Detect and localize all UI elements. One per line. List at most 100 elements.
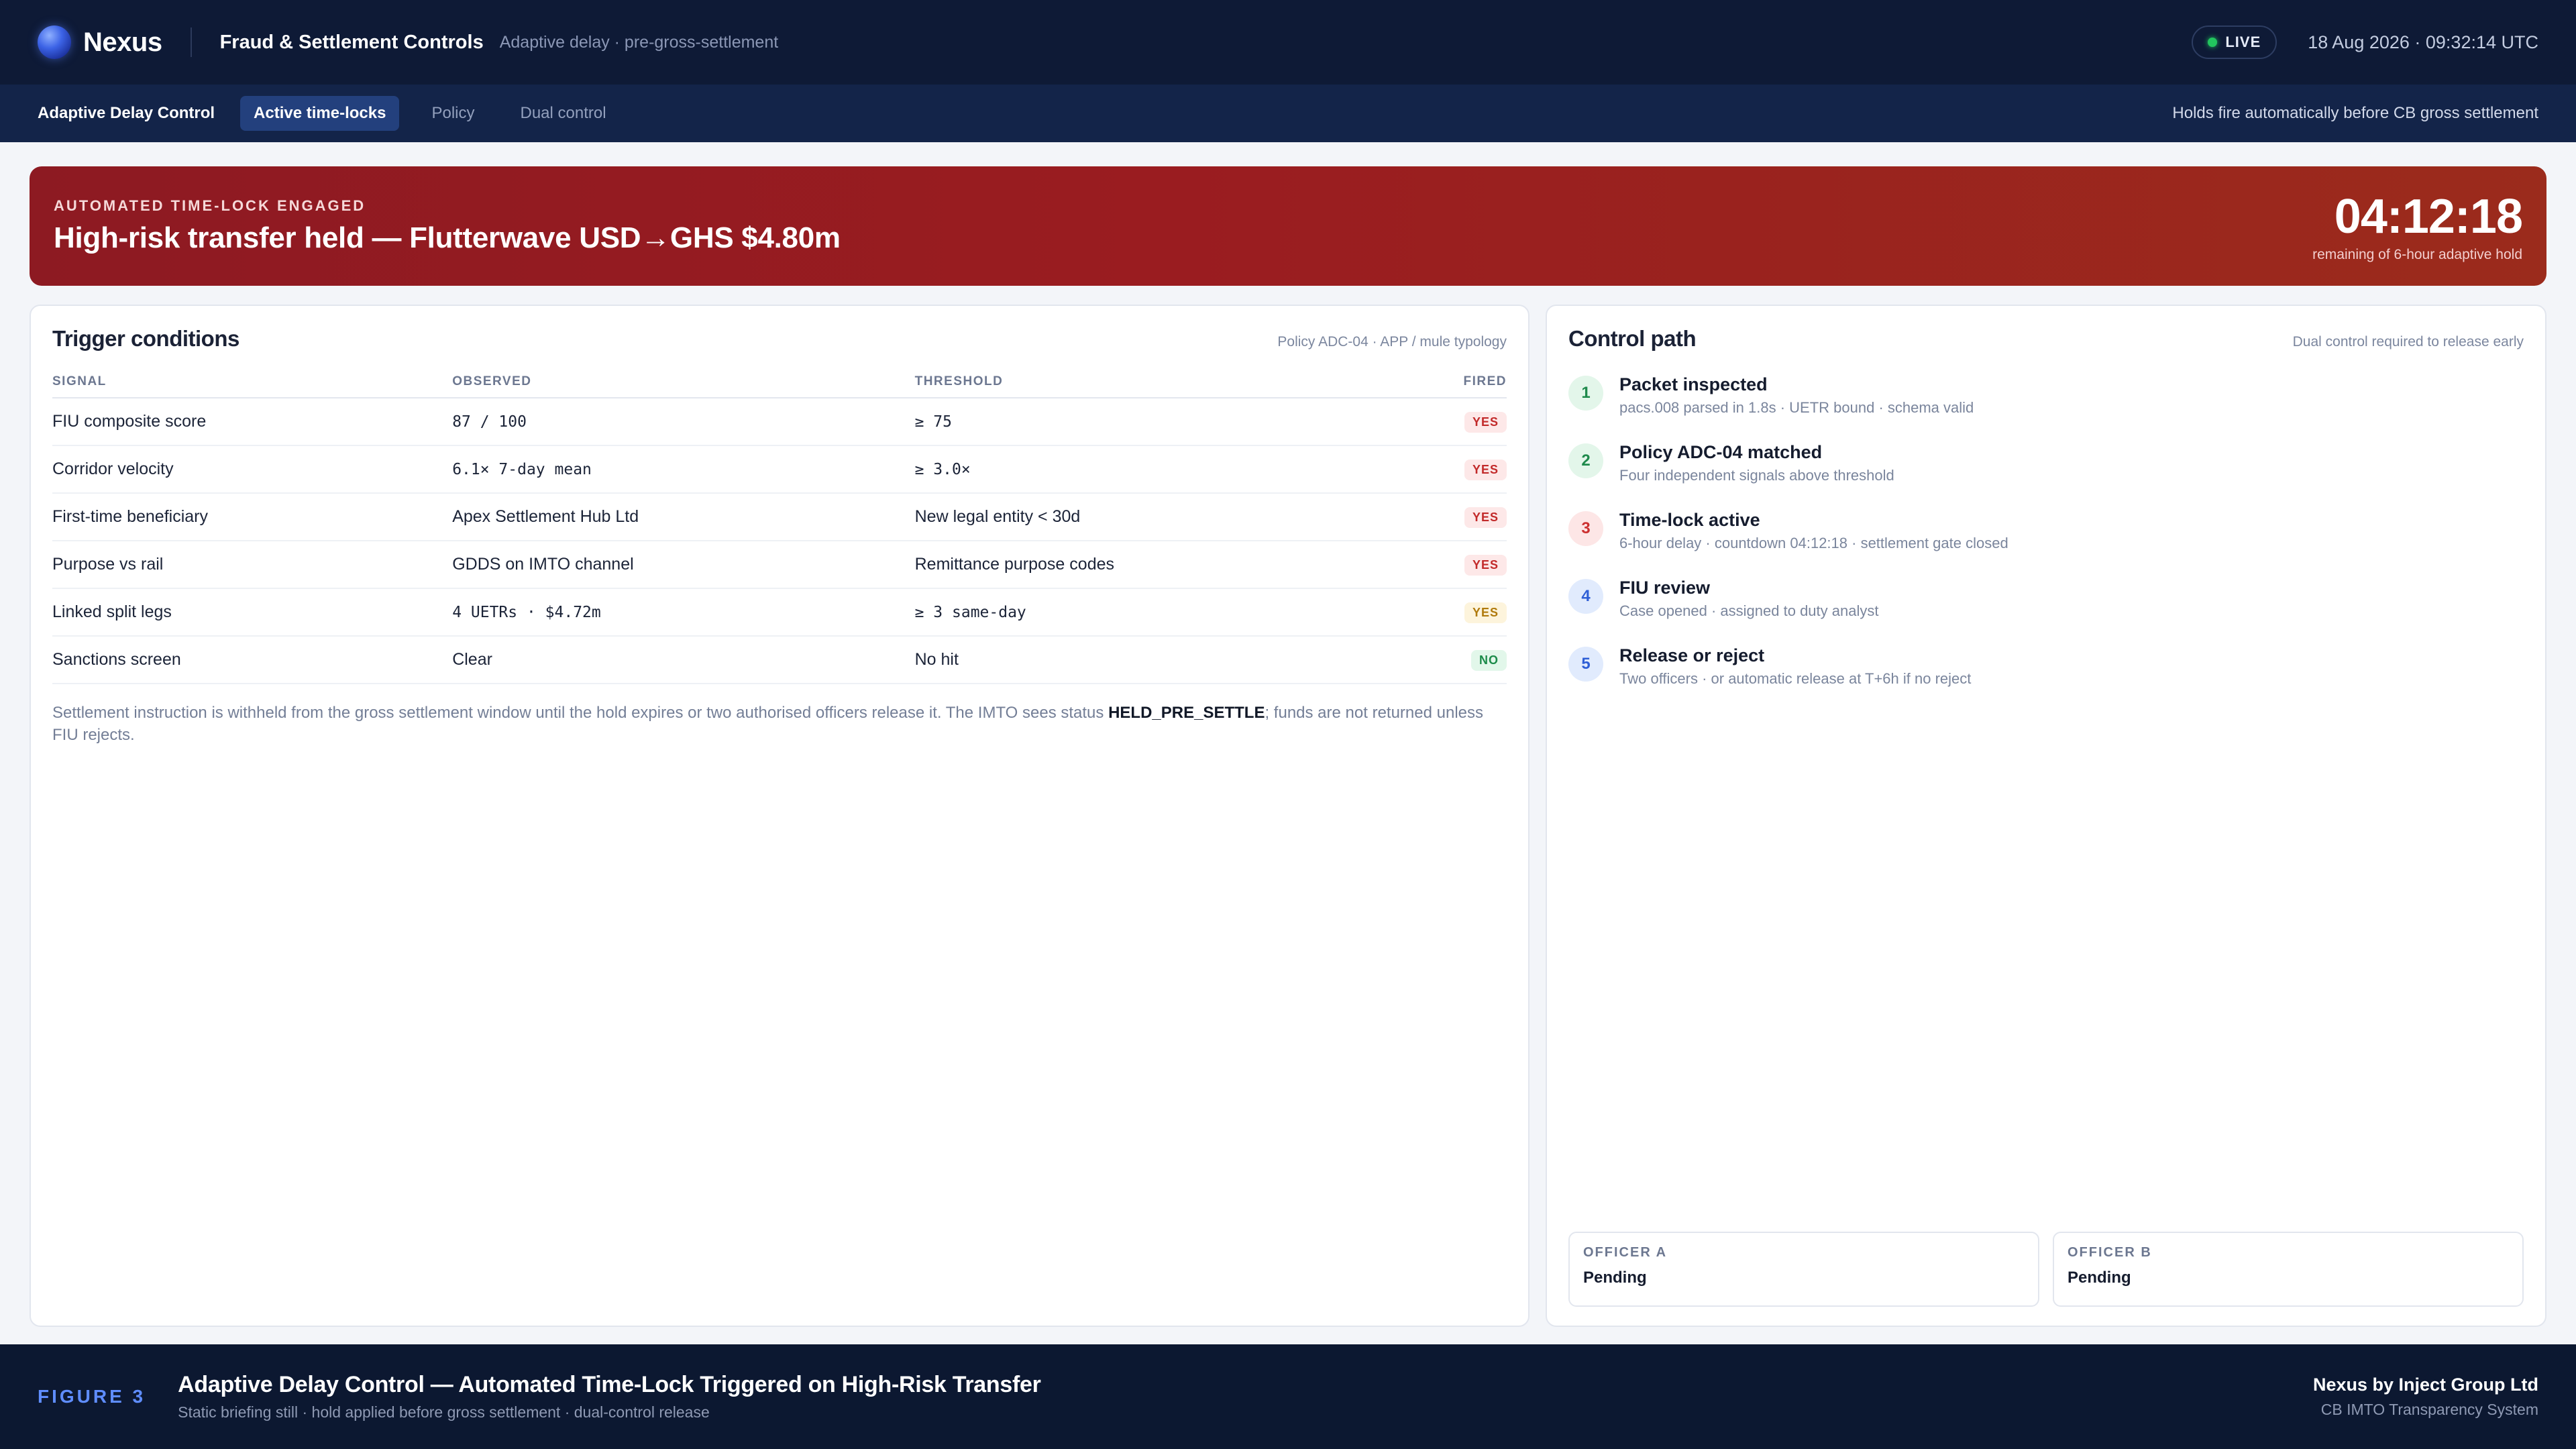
control-step: 1 Packet inspected pacs.008 parsed in 1.8s… [1568, 374, 2524, 442]
control-path-header: Control path Dual control required to re… [1568, 326, 2524, 352]
header-divider [190, 28, 192, 57]
brand-name: Nexus [83, 27, 162, 57]
control-steps: 1 Packet inspected pacs.008 parsed in 1.8s… [1568, 374, 2524, 713]
officer-a-label: OFFICER A [1583, 1245, 1668, 1260]
subnav-note: Holds fire automatically before CB gross… [2172, 104, 2538, 122]
signal-cell: Linked split legs [52, 588, 453, 637]
tab-dual-control[interactable]: Dual control [507, 96, 620, 131]
step-title: FIU review [1619, 578, 1711, 598]
table-row: Corridor velocity 6.1× 7-day mean ≥ 3.0× YE… [52, 445, 1507, 494]
top-bar: Nexus Fraud & Settlement Controls Adapti… [0, 0, 2576, 85]
fired-badge: YES [1464, 602, 1507, 623]
fired-cell: YES [1401, 493, 1507, 541]
control-step: 3 Time-lock active 6-hour delay · countdow… [1568, 510, 2524, 578]
step-description: 6-hour delay · countdown 04:12:18 · sett… [1619, 535, 2008, 551]
system-name: CB IMTO Transparency System [2320, 1401, 2538, 1418]
footer-credits: Nexus by Inject Group Ltd CB IMTO Transp… [2313, 1375, 2538, 1419]
live-badge: LIVE [2192, 25, 2277, 59]
step-number-badge: 1 [1568, 376, 1603, 411]
table-row: Sanctions screen Clear No hit NO [52, 636, 1507, 684]
countdown-caption: remaining of 6-hour adaptive hold [2312, 247, 2522, 262]
step-text: Packet inspected pacs.008 parsed in 1.8s … [1619, 374, 1974, 417]
step-number-badge: 5 [1568, 647, 1603, 682]
footnote-text-pre: Settlement instruction is withheld from … [52, 704, 1109, 722]
live-label: LIVE [2225, 34, 2261, 50]
trigger-panel-header: Trigger conditions Policy ADC-04 · APP /… [52, 326, 1507, 352]
step-title: Policy ADC-04 matched [1619, 442, 1823, 462]
control-path-panel: Control path Dual control required to re… [1546, 305, 2546, 1327]
figure-caption: Adaptive Delay Control — Automated Time-… [178, 1372, 1041, 1421]
alert-title: High-risk transfer held — Flutterwave US… [54, 221, 841, 254]
threshold-cell: ≥ 75 [914, 398, 1401, 446]
control-step: 5 Release or reject Two officers · or auto… [1568, 645, 2524, 713]
step-text: FIU review Case opened · assigned to duty… [1619, 578, 1878, 620]
trigger-table-header: SIGNAL OBSERVED THRESHOLD FIRED [52, 368, 1507, 398]
trigger-panel-policy: Policy ADC-04 · APP / mule typology [1277, 334, 1507, 350]
signal-cell: Sanctions screen [52, 636, 453, 684]
col-threshold: THRESHOLD [914, 368, 1401, 398]
table-row: Linked split legs 4 UETRs · $4.72m ≥ 3 sam… [52, 588, 1507, 637]
figure-footer: FIGURE 3 Adaptive Delay Control — Automa… [0, 1344, 2576, 1449]
figure-subtitle: Static briefing still · hold applied bef… [178, 1403, 710, 1421]
fired-cell: YES [1401, 541, 1507, 589]
live-status-dot-icon [2208, 38, 2218, 47]
signal-cell: FIU composite score [52, 398, 453, 446]
threshold-cell: New legal entity < 30d [914, 493, 1401, 541]
fired-badge: YES [1464, 411, 1507, 433]
threshold-cell: ≥ 3.0× [914, 445, 1401, 494]
fired-cell: YES [1401, 588, 1507, 637]
step-title: Release or reject [1619, 645, 1765, 665]
sub-navigation: Adaptive Delay Control Active time-locks… [0, 85, 2576, 142]
company-name: Nexus by Inject Group Ltd [2312, 1375, 2538, 1395]
fired-cell: YES [1401, 398, 1507, 446]
countdown-timer: 04:12:18 [2334, 190, 2523, 244]
threshold-cell: ≥ 3 same-day [914, 588, 1401, 637]
col-fired: FIRED [1401, 368, 1507, 398]
observed-cell: 6.1× 7-day mean [452, 445, 915, 494]
table-row: FIU composite score 87 / 100 ≥ 75 YES [52, 398, 1507, 446]
app-title: Fraud & Settlement Controls [219, 31, 484, 53]
table-row: Purpose vs rail GDDS on IMTO channel Remit… [52, 541, 1507, 589]
step-text: Time-lock active 6-hour delay · countdown… [1619, 510, 2008, 552]
fired-cell: YES [1401, 445, 1507, 494]
fired-badge: NO [1471, 649, 1507, 671]
table-row: First-time beneficiary Apex Settlement Hu… [52, 493, 1507, 541]
trigger-panel-title: Trigger conditions [52, 326, 239, 351]
officer-b-status: Pending [2068, 1269, 2131, 1287]
observed-cell: GDDS on IMTO channel [452, 541, 915, 589]
figure-label: FIGURE 3 [38, 1386, 146, 1407]
officer-a-status: Pending [1583, 1269, 1647, 1287]
control-step: 4 FIU review Case opened · assigned to dut… [1568, 578, 2524, 645]
officer-approvals: OFFICER A Pending OFFICER B Pending [1568, 1232, 2524, 1307]
section-title: Adaptive Delay Control [38, 104, 215, 122]
officer-b-card[interactable]: OFFICER B Pending [2053, 1232, 2524, 1307]
threshold-cell: Remittance purpose codes [914, 541, 1401, 589]
trigger-footnote: Settlement instruction is withheld from … [52, 702, 1507, 746]
fired-badge: YES [1464, 554, 1507, 576]
step-text: Release or reject Two officers · or autom… [1619, 645, 1971, 688]
col-observed: OBSERVED [452, 368, 915, 398]
footnote-status-code: HELD_PRE_SETTLE [1108, 704, 1265, 722]
trigger-table: SIGNAL OBSERVED THRESHOLD FIRED FIU comp… [52, 368, 1507, 684]
observed-cell: 87 / 100 [452, 398, 915, 446]
tab-policy[interactable]: Policy [418, 96, 488, 131]
step-number-badge: 3 [1568, 511, 1603, 546]
header-timestamp: 18 Aug 2026 · 09:32:14 UTC [2308, 32, 2538, 52]
nexus-logo-icon [38, 25, 71, 59]
step-title: Time-lock active [1619, 510, 1760, 530]
observed-cell: 4 UETRs · $4.72m [452, 588, 915, 637]
time-lock-alert-banner: AUTOMATED TIME-LOCK ENGAGED High-risk tr… [30, 166, 2546, 286]
step-description: Case opened · assigned to duty analyst [1619, 602, 1879, 619]
step-title: Packet inspected [1619, 374, 1768, 394]
control-step: 2 Policy ADC-04 matched Four independent s… [1568, 442, 2524, 510]
signal-cell: Corridor velocity [52, 445, 453, 494]
figure-title: Adaptive Delay Control — Automated Time-… [178, 1372, 1041, 1397]
observed-cell: Clear [452, 636, 915, 684]
signal-cell: First-time beneficiary [52, 493, 453, 541]
step-description: Two officers · or automatic release at T… [1619, 670, 1972, 687]
officer-a-card[interactable]: OFFICER A Pending [1568, 1232, 2039, 1307]
tab-active-time-locks[interactable]: Active time-locks [240, 96, 400, 131]
control-path-meta: Dual control required to release early [2292, 334, 2524, 350]
col-signal: SIGNAL [52, 368, 453, 398]
step-number-badge: 4 [1568, 579, 1603, 614]
